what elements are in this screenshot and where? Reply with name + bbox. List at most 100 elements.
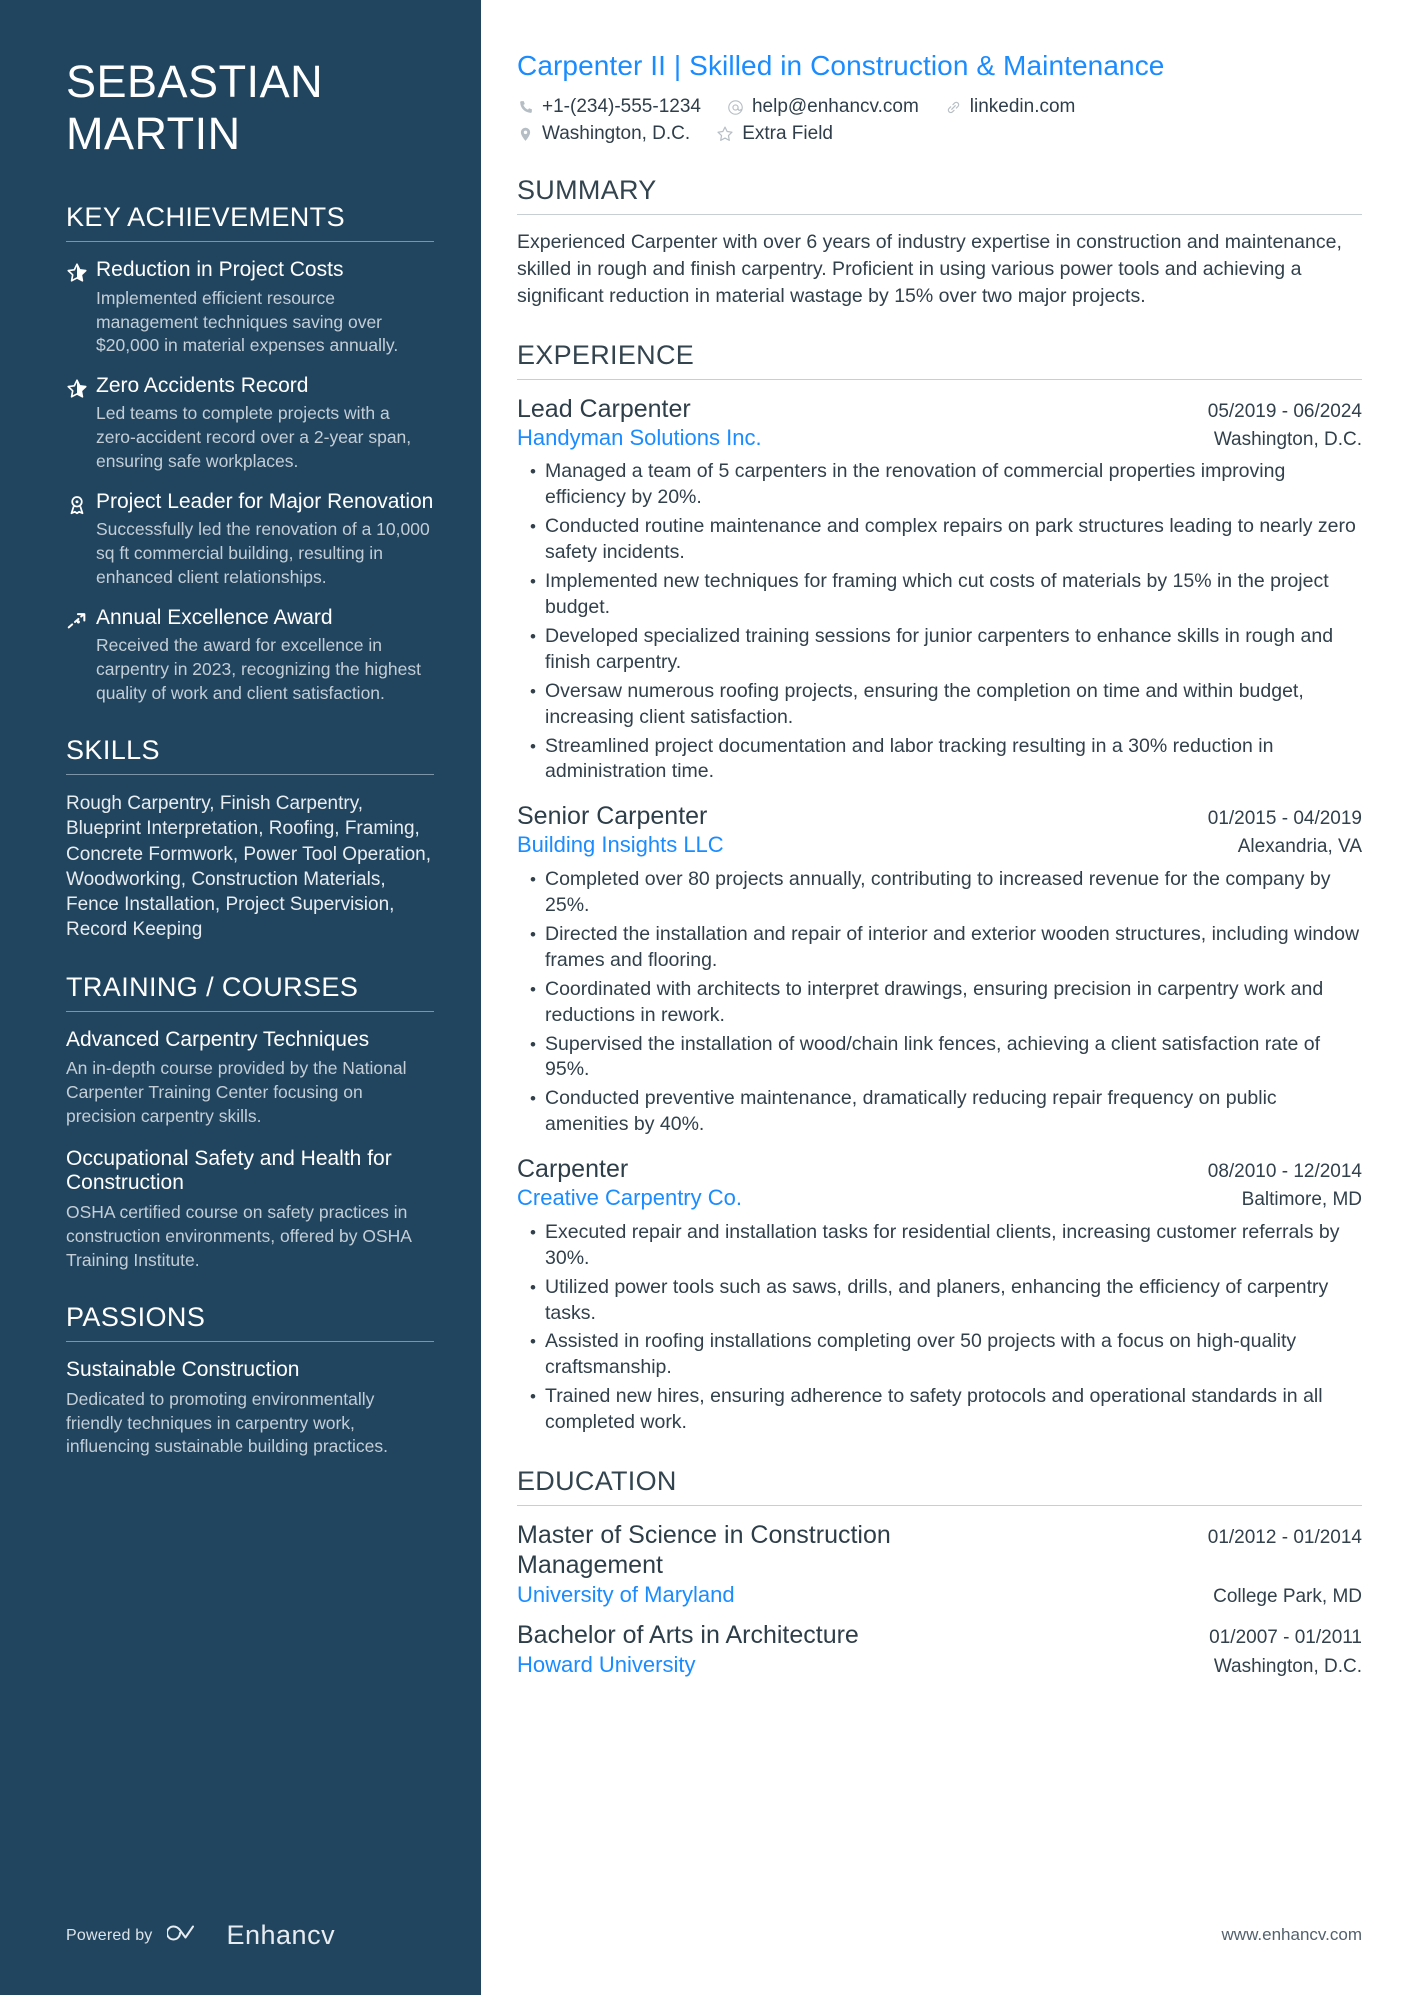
bullet-text: Supervised the installation of wood/chai… (545, 1032, 1321, 1081)
list-item: • Implemented new techniques for framing … (521, 569, 1362, 621)
contact-location: Washington, D.C. (517, 123, 690, 145)
job-location: Alexandria, VA (1237, 836, 1362, 858)
list-item: • Coordinated with architects to interpre… (521, 977, 1362, 1029)
bullet-text: Completed over 80 projects annually, con… (545, 867, 1331, 916)
site-url[interactable]: www.enhancv.com (1222, 1925, 1362, 1945)
job-location: Baltimore, MD (1241, 1189, 1362, 1211)
enhancv-logo-icon (165, 1920, 213, 1951)
bullet-dot: • (530, 1277, 536, 1297)
job-bullets: • Executed repair and installation tasks … (517, 1220, 1362, 1436)
list-item: • Developed specialized training sessions… (521, 624, 1362, 676)
job-company[interactable]: Building Insights LLC (517, 831, 724, 860)
bullet-text: Implemented new techniques for framing w… (545, 570, 1329, 618)
location-icon (517, 126, 534, 143)
education-date: 01/2007 - 01/2011 (1209, 1626, 1362, 1648)
contact-extra-field: Extra Field (716, 123, 833, 145)
education-school[interactable]: Howard University (517, 1650, 696, 1680)
achievement-title: Project Leader for Major Renovation (96, 489, 434, 513)
headline: Carpenter II | Skilled in Construction &… (517, 50, 1165, 81)
passion-title: Sustainable Construction (66, 1358, 300, 1382)
trending-arrow-icon (66, 606, 96, 706)
skills-heading: SKILLS (66, 735, 160, 766)
section-education: EDUCATION Master of Science in Construct… (517, 1466, 1362, 1679)
job-title: Lead Carpenter (517, 394, 691, 423)
contact-phone-text: +1-(234)-555-1234 (542, 96, 701, 117)
contact-linkedin[interactable]: linkedin.com (945, 96, 1075, 118)
bullet-dot: • (530, 736, 536, 756)
job-company[interactable]: Creative Carpentry Co. (517, 1184, 742, 1213)
achievement-description: Received the award for excellence in car… (96, 634, 421, 703)
first-name: SEBASTIAN (66, 56, 324, 107)
education-location: Washington, D.C. (1213, 1655, 1362, 1677)
bullet-text: Managed a team of 5 carpenters in the re… (545, 460, 1286, 509)
job-company[interactable]: Handyman Solutions Inc. (517, 424, 762, 453)
achievement-description: Successfully led the renovation of a 10,… (96, 519, 430, 587)
experience-item: Carpenter 08/2010 - 12/2014 Creative Car… (517, 1154, 1362, 1436)
link-icon (945, 99, 962, 116)
contact-email-text: help@enhancv.com (751, 96, 919, 117)
bullet-dot: • (530, 572, 536, 591)
bullet-text: Directed the installation and repair of … (545, 922, 1360, 971)
education-school[interactable]: University of Maryland (517, 1580, 735, 1610)
divider (66, 241, 434, 243)
passion-item: Sustainable Construction Dedicated to pr… (66, 1358, 434, 1459)
job-date: 01/2015 - 04/2019 (1207, 808, 1362, 830)
list-item: • Utilized power tools such as saws, dril… (521, 1275, 1362, 1327)
achievement-description: Led teams to complete projects with a ze… (96, 403, 412, 472)
contact-email[interactable]: help@enhancv.com (727, 96, 919, 118)
bullet-dot: • (530, 517, 536, 537)
resume-page: SEBASTIAN MARTIN KEY ACHIEVEMENTS Reduct… (0, 0, 1410, 1995)
bullet-dot: • (530, 626, 536, 646)
bullet-text: Trained new hires, ensuring adherence to… (545, 1385, 1323, 1434)
section-summary: SUMMARY Experienced Carpenter with over … (517, 175, 1362, 310)
achievement-title: Annual Excellence Award (96, 605, 333, 629)
star-outline-icon (716, 125, 734, 143)
list-item: • Directed the installation and repair of… (521, 922, 1362, 974)
contact-location-text: Washington, D.C. (542, 123, 691, 144)
passions-heading: PASSIONS (66, 1302, 206, 1333)
last-name: MARTIN (66, 108, 241, 160)
course-item: Advanced Carpentry Techniques An in-dept… (66, 1028, 434, 1129)
course-description: An in-depth course provided by the Natio… (66, 1058, 407, 1126)
contact-phone[interactable]: +1-(234)-555-1234 (517, 96, 701, 118)
phone-icon (517, 99, 534, 116)
list-item: • Trained new hires, ensuring adherence t… (521, 1384, 1362, 1436)
divider (517, 214, 1362, 215)
award-ribbon-icon (66, 490, 96, 590)
list-item: • Oversaw numerous roofing projects, ensu… (521, 679, 1362, 731)
divider (66, 1341, 434, 1343)
bullet-dot: • (530, 869, 536, 889)
achievement-item: Reduction in Project Costs Implemented e… (66, 258, 434, 358)
bullet-text: Developed specialized training sessions … (545, 624, 1334, 673)
skills-list: Rough Carpentry, Finish Carpentry, Bluep… (66, 793, 432, 940)
course-description: OSHA certified course on safety practice… (66, 1201, 411, 1270)
divider (66, 1010, 434, 1012)
bullet-dot: • (530, 1387, 536, 1407)
section-training-courses: TRAINING / COURSES Advanced Carpentry Te… (66, 972, 434, 1272)
course-item: Occupational Safety and Health for Const… (66, 1147, 434, 1273)
bullet-text: Coordinated with architects to interpret… (545, 977, 1324, 1026)
experience-heading: EXPERIENCE (517, 339, 695, 370)
contact-row-2: Washington, D.C. Extra Field (517, 123, 1362, 145)
bullet-dot: • (530, 1034, 536, 1054)
education-location: College Park, MD (1213, 1586, 1362, 1608)
contact-row-1: +1-(234)-555-1234 help@enhancv.com linke… (517, 96, 1362, 118)
achievement-item: Zero Accidents Record Led teams to compl… (66, 374, 434, 474)
list-item: • Conducted routine maintenance and compl… (521, 514, 1362, 566)
achievement-title: Reduction in Project Costs (96, 258, 344, 282)
bullet-text: Streamlined project documentation and la… (545, 734, 1274, 783)
education-heading: EDUCATION (517, 1466, 677, 1497)
education-date: 01/2012 - 01/2014 (1207, 1527, 1362, 1549)
job-date: 05/2019 - 06/2024 (1207, 400, 1362, 422)
main-content: Carpenter II | Skilled in Construction &… (481, 0, 1410, 1995)
job-title: Carpenter (517, 1155, 629, 1184)
achievement-item: Annual Excellence Award Received the awa… (66, 606, 434, 706)
achievement-title: Zero Accidents Record (96, 374, 309, 398)
email-icon (727, 99, 744, 116)
job-bullets: • Managed a team of 5 carpenters in the r… (517, 459, 1362, 785)
summary-heading: SUMMARY (517, 175, 657, 205)
list-item: • Assisted in roofing installations compl… (521, 1329, 1362, 1381)
bullet-text: Conducted routine maintenance and comple… (545, 515, 1356, 564)
powered-by-label: Powered by (66, 1926, 153, 1944)
section-key-achievements: KEY ACHIEVEMENTS Reduction in Project Co… (66, 202, 434, 705)
